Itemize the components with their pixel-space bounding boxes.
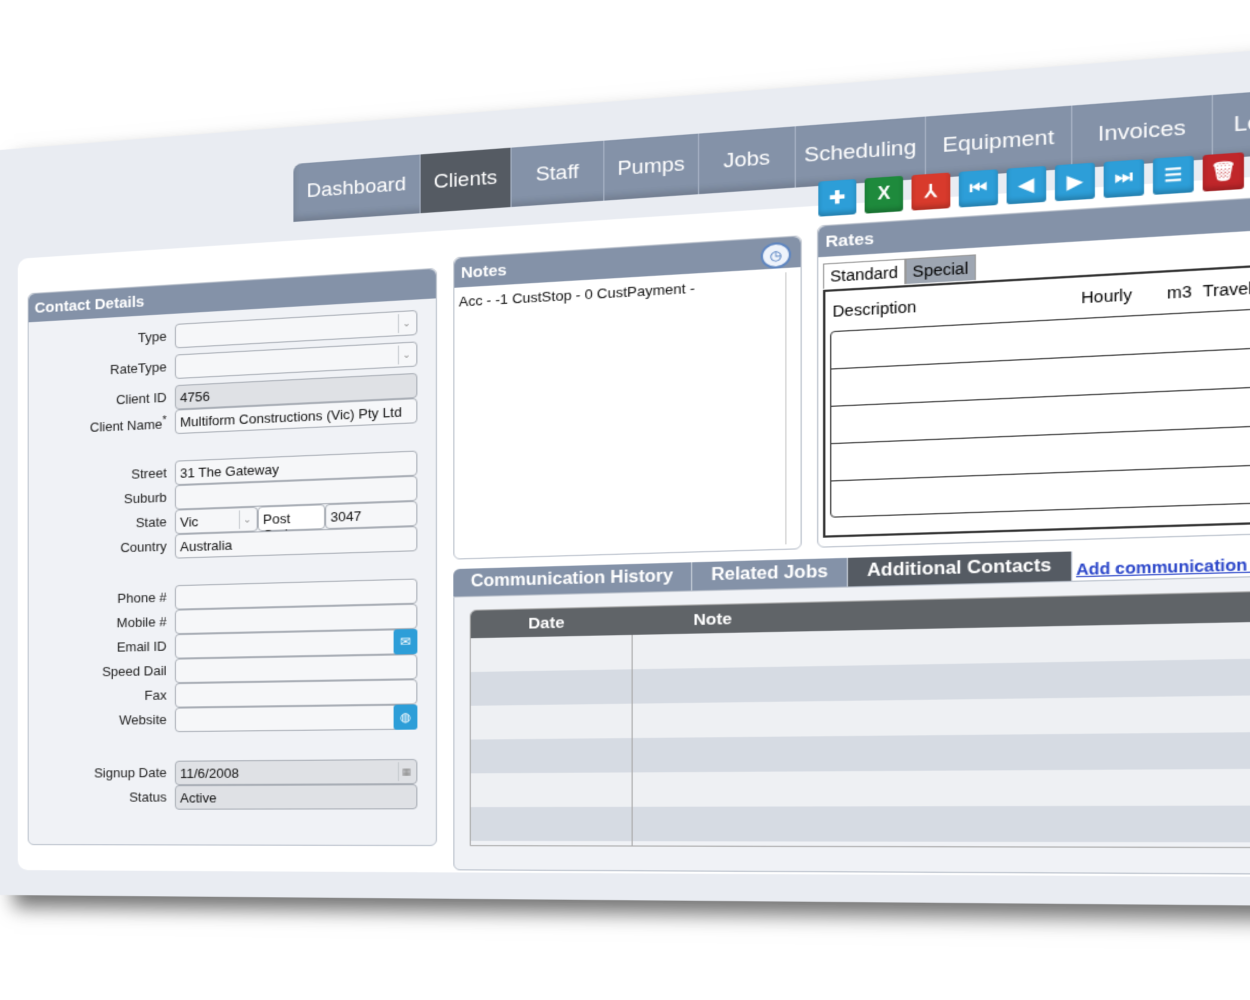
pdf-icon[interactable]: ⅄ — [911, 172, 951, 211]
state-label: State — [135, 514, 167, 531]
ratetype-label: RateType — [110, 359, 167, 378]
calendar-icon[interactable]: ▦ — [397, 762, 415, 782]
phone-label: Phone # — [117, 589, 167, 607]
chevron-down-icon: ⌄ — [238, 509, 255, 529]
status-row: Status Active — [29, 784, 436, 810]
history-table: Date Note — [469, 589, 1250, 849]
col-note: Note — [693, 610, 732, 630]
tab-dashboard[interactable]: Dashboard — [293, 154, 421, 222]
app-window: Dashboard Clients Staff Pumps Jobs Sched… — [0, 42, 1250, 907]
rates-rows — [830, 306, 1250, 518]
rates-panel: Rates Standard Special Description Hourl… — [817, 193, 1250, 548]
post-code-field[interactable]: 3047 — [325, 500, 418, 530]
globe-icon[interactable]: ◍ — [393, 704, 418, 730]
website-field[interactable]: ◍ — [174, 704, 418, 733]
country-label: Country — [120, 538, 167, 556]
signup-date-row: Signup Date 11/6/2008 ▦ — [29, 758, 436, 786]
street-label: Street — [131, 465, 167, 482]
column-divider — [631, 634, 633, 846]
fax-field[interactable] — [174, 679, 418, 708]
tab-staff[interactable]: Staff — [511, 140, 605, 207]
add-icon[interactable]: ✚ — [818, 178, 857, 217]
tab-standard[interactable]: Standard — [823, 258, 906, 289]
tab-related-jobs[interactable]: Related Jobs — [692, 557, 849, 591]
tab-pumps[interactable]: Pumps — [604, 133, 700, 201]
next-record-icon[interactable]: ▶ — [1054, 162, 1095, 202]
state-select[interactable]: Vic ⌄ — [174, 506, 258, 535]
speed-dial-field[interactable] — [174, 654, 418, 684]
contact-details-panel: Contact Details Type ⌄ RateType ⌄ Client… — [27, 267, 437, 847]
tab-special[interactable]: Special — [905, 254, 976, 285]
col-m3: m3 — [1166, 282, 1192, 303]
notes-panel: Notes ◷ Acc - -1 CustStop - 0 CustPaymen… — [453, 235, 802, 560]
client-id-label: Client ID — [115, 389, 167, 408]
notes-scrollbar[interactable] — [785, 271, 799, 545]
signup-date-label: Signup Date — [94, 764, 167, 781]
post-code-label: Post Code — [257, 504, 326, 543]
type-label: Type — [137, 328, 167, 346]
col-description: Description — [832, 297, 917, 321]
last-record-icon[interactable]: ⏭ — [1103, 159, 1145, 199]
website-label: Website — [119, 711, 167, 728]
required-mark: * — [162, 414, 167, 427]
speed-dial-label: Speed Dail — [102, 662, 167, 680]
rates-grid: Description Hourly m3 TravelTime — [823, 262, 1250, 538]
fax-label: Fax — [144, 687, 167, 703]
email-label: Email ID — [116, 638, 167, 655]
col-traveltime: TravelTime — [1202, 276, 1250, 301]
table-row[interactable] — [470, 768, 1250, 808]
tab-clients[interactable]: Clients — [420, 147, 512, 214]
history-panel: Date Note — [453, 574, 1250, 875]
mobile-label: Mobile # — [116, 613, 167, 631]
tab-jobs[interactable]: Jobs — [699, 126, 796, 195]
table-row[interactable] — [470, 805, 1250, 843]
client-name-label: Client Name* — [89, 414, 167, 436]
ratetype-select[interactable]: ⌄ — [174, 341, 418, 380]
status-field: Active — [174, 784, 418, 810]
excel-icon[interactable]: X — [864, 175, 904, 214]
envelope-icon[interactable]: ✉ — [393, 628, 418, 655]
signup-date-field[interactable]: 11/6/2008 ▦ — [174, 758, 418, 786]
col-date: Date — [528, 613, 565, 633]
suburb-label: Suburb — [123, 489, 167, 507]
col-hourly: Hourly — [1081, 285, 1132, 307]
website-row: Website ◍ — [29, 704, 436, 734]
chevron-down-icon: ⌄ — [397, 344, 415, 365]
list-icon[interactable]: ☰ — [1152, 155, 1194, 195]
status-label: Status — [129, 789, 167, 805]
screenshot-stage: Dashboard Clients Staff Pumps Jobs Sched… — [0, 0, 1250, 1000]
delete-icon[interactable]: 🗑 — [1202, 152, 1244, 192]
tab-logout[interactable]: Logout — [1213, 86, 1250, 159]
first-record-icon[interactable]: ⏮ — [958, 169, 999, 208]
chevron-down-icon: ⌄ — [397, 313, 415, 334]
table-row[interactable] — [470, 731, 1250, 774]
previous-record-icon[interactable]: ◀ — [1006, 165, 1047, 205]
